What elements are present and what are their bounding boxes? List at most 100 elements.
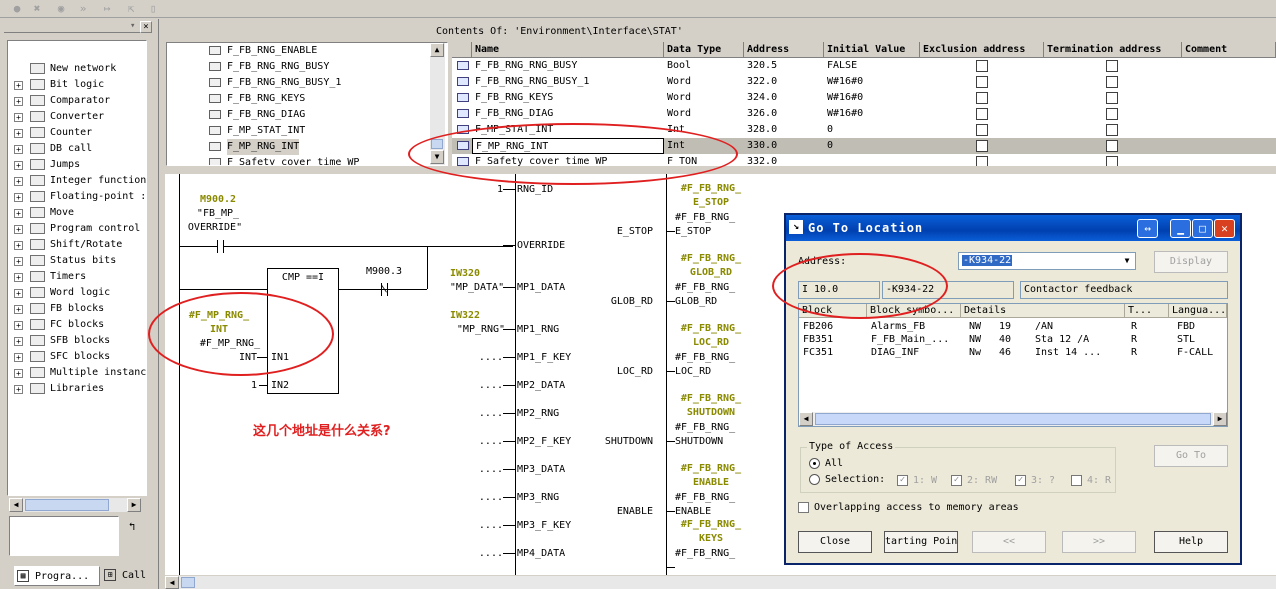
catalog-item[interactable]: + Integer function (8, 173, 146, 189)
breakpoint-icon[interactable]: ✖ (30, 2, 44, 15)
termination-checkbox[interactable] (1106, 60, 1118, 72)
checkbox-rw[interactable]: ✓ (951, 475, 962, 486)
ladder-hscrollbar[interactable]: ◀ (165, 576, 1276, 589)
catalog-item[interactable]: + SFC blocks (8, 349, 146, 365)
checkbox-overlapping[interactable] (798, 502, 809, 513)
list-header-language[interactable]: Langua... (1169, 304, 1227, 318)
splitter[interactable] (158, 19, 164, 589)
export-icon[interactable]: ⇱ (124, 2, 138, 15)
help-button[interactable]: Help (1154, 531, 1228, 553)
tree-item[interactable]: F_FB_RNG_ENABLE (209, 43, 317, 59)
list-item[interactable]: FB351 F_FB_Main_... NW 40 Sta 12 /A R STL (799, 333, 1227, 346)
catalog-item[interactable]: + Word logic (8, 285, 146, 301)
catalog-item[interactable]: + Converter (8, 109, 146, 125)
expand-icon[interactable]: + (14, 97, 23, 106)
tree-item[interactable]: F_FB_RNG_RNG_BUSY (209, 59, 329, 75)
expand-icon[interactable]: + (14, 305, 23, 314)
display-button[interactable]: Display (1154, 251, 1228, 273)
list-item[interactable]: FB206 Alarms_FB NW 19/AN R FBD (799, 320, 1227, 333)
tree-item[interactable]: F_Safety_cover_time_WP (209, 155, 359, 165)
previous-button[interactable]: << (972, 531, 1046, 553)
radio-all[interactable] (809, 458, 820, 469)
catalog-item[interactable]: + Multiple instanc (8, 365, 146, 381)
column-header-termination[interactable]: Termination address (1044, 42, 1182, 58)
scroll-left-icon[interactable]: ◀ (165, 576, 179, 589)
expand-icon[interactable]: + (14, 353, 23, 362)
expand-icon[interactable]: + (14, 177, 23, 186)
cell-initial-value[interactable]: 0 (824, 138, 920, 154)
tab-call-structure[interactable]: ⊞ Call (104, 567, 154, 585)
cell-initial-value[interactable]: W#16#0 (824, 74, 920, 90)
next-button[interactable]: >> (1062, 531, 1136, 553)
list-item[interactable]: FC351 DIAG_INF Nw 46 Inst 14 ... R F-CALL (799, 346, 1227, 359)
column-header-initial[interactable]: Initial Value (824, 42, 920, 58)
expand-icon[interactable]: + (14, 113, 23, 122)
catalog-item[interactable]: + Floating-point : (8, 189, 146, 205)
cell-initial-value[interactable] (824, 154, 920, 166)
step-icon[interactable]: ◉ (54, 2, 68, 15)
pin-icon[interactable]: ▾ (130, 21, 135, 31)
catalog-item[interactable]: + Jumps (8, 157, 146, 173)
cell-data-type[interactable]: Bool (664, 58, 744, 74)
minimize-icon[interactable]: ▁ (1170, 219, 1191, 238)
column-header-address[interactable]: Address (744, 42, 824, 58)
tab-program-elements[interactable]: ▦ Progra... (14, 566, 100, 586)
list-hscrollbar[interactable]: ◀ ▶ (799, 412, 1227, 426)
scroll-left-icon[interactable]: ◀ (799, 412, 813, 426)
exclusion-checkbox[interactable] (976, 76, 988, 88)
cell-data-type[interactable]: Word (664, 74, 744, 90)
go-to-button[interactable]: Go To (1154, 445, 1228, 467)
chevron-down-icon[interactable]: ▼ (1120, 254, 1134, 268)
cell-name[interactable]: F_FB_RNG_KEYS (472, 90, 664, 106)
scroll-thumb[interactable] (181, 577, 195, 588)
catalog-item[interactable]: + Libraries (8, 381, 146, 397)
close-icon[interactable]: ✕ (1214, 219, 1235, 238)
catalog-item[interactable]: + Status bits (8, 253, 146, 269)
expand-icon[interactable]: + (14, 161, 23, 170)
document-icon[interactable]: ▯ (146, 2, 160, 15)
catalog-item[interactable]: + Move (8, 205, 146, 221)
tree-item[interactable]: F_FB_RNG_DIAG (209, 107, 305, 123)
exclusion-checkbox[interactable] (976, 140, 988, 152)
cell-name[interactable]: F_FB_RNG_DIAG (472, 106, 664, 122)
close-icon[interactable]: × (140, 21, 152, 33)
table-row[interactable]: F_FB_RNG_DIAG Word 326.0 W#16#0 (452, 106, 1276, 122)
expand-icon[interactable]: + (14, 257, 23, 266)
catalog-item[interactable]: + Shift/Rotate (8, 237, 146, 253)
exclusion-checkbox[interactable] (976, 124, 988, 136)
locations-list[interactable]: Block Block symbo... Details T... Langua... … (798, 303, 1228, 427)
expand-icon[interactable]: + (14, 193, 23, 202)
expand-icon[interactable]: + (14, 273, 23, 282)
jump-icon[interactable]: ↰ (122, 518, 142, 536)
exclusion-checkbox[interactable] (976, 60, 988, 72)
scroll-right-icon[interactable]: ▶ (1213, 412, 1227, 426)
catalog-item[interactable]: + Comparator (8, 93, 146, 109)
checkbox-unknown[interactable]: ✓ (1015, 475, 1026, 486)
cell-initial-value[interactable]: W#16#0 (824, 90, 920, 106)
address-select[interactable]: -K934-22 ▼ (958, 252, 1136, 270)
catalog-hscrollbar[interactable]: ◀ ▶ (9, 498, 141, 512)
starting-point-button[interactable]: tarting Poin (884, 531, 958, 553)
checkbox-w[interactable]: ✓ (897, 475, 908, 486)
record-icon[interactable]: ● (10, 2, 24, 15)
expand-icon[interactable]: + (14, 81, 23, 90)
table-row[interactable]: F_FB_RNG_KEYS Word 324.0 W#16#0 (452, 90, 1276, 106)
expand-icon[interactable]: + (14, 129, 23, 138)
cell-initial-value[interactable]: FALSE (824, 58, 920, 74)
swap-icon[interactable]: ↔ (1137, 219, 1158, 238)
maximize-icon[interactable]: □ (1192, 219, 1213, 238)
checkbox-r[interactable] (1071, 475, 1082, 486)
catalog-item[interactable]: + FC blocks (8, 317, 146, 333)
continue-icon[interactable]: ↦ (100, 2, 114, 15)
exclusion-checkbox[interactable] (976, 156, 988, 166)
expand-icon[interactable]: + (14, 385, 23, 394)
catalog-item[interactable]: + Program control (8, 221, 146, 237)
scroll-thumb[interactable] (25, 499, 109, 511)
expand-icon[interactable]: + (14, 241, 23, 250)
list-header-details[interactable]: Details (961, 304, 1125, 318)
cell-name[interactable]: F_FB_RNG_RNG_BUSY (472, 58, 664, 74)
termination-checkbox[interactable] (1106, 92, 1118, 104)
table-row[interactable]: F_FB_RNG_RNG_BUSY_1 Word 322.0 W#16#0 (452, 74, 1276, 90)
catalog-item[interactable]: + SFB blocks (8, 333, 146, 349)
cell-initial-value[interactable]: W#16#0 (824, 106, 920, 122)
